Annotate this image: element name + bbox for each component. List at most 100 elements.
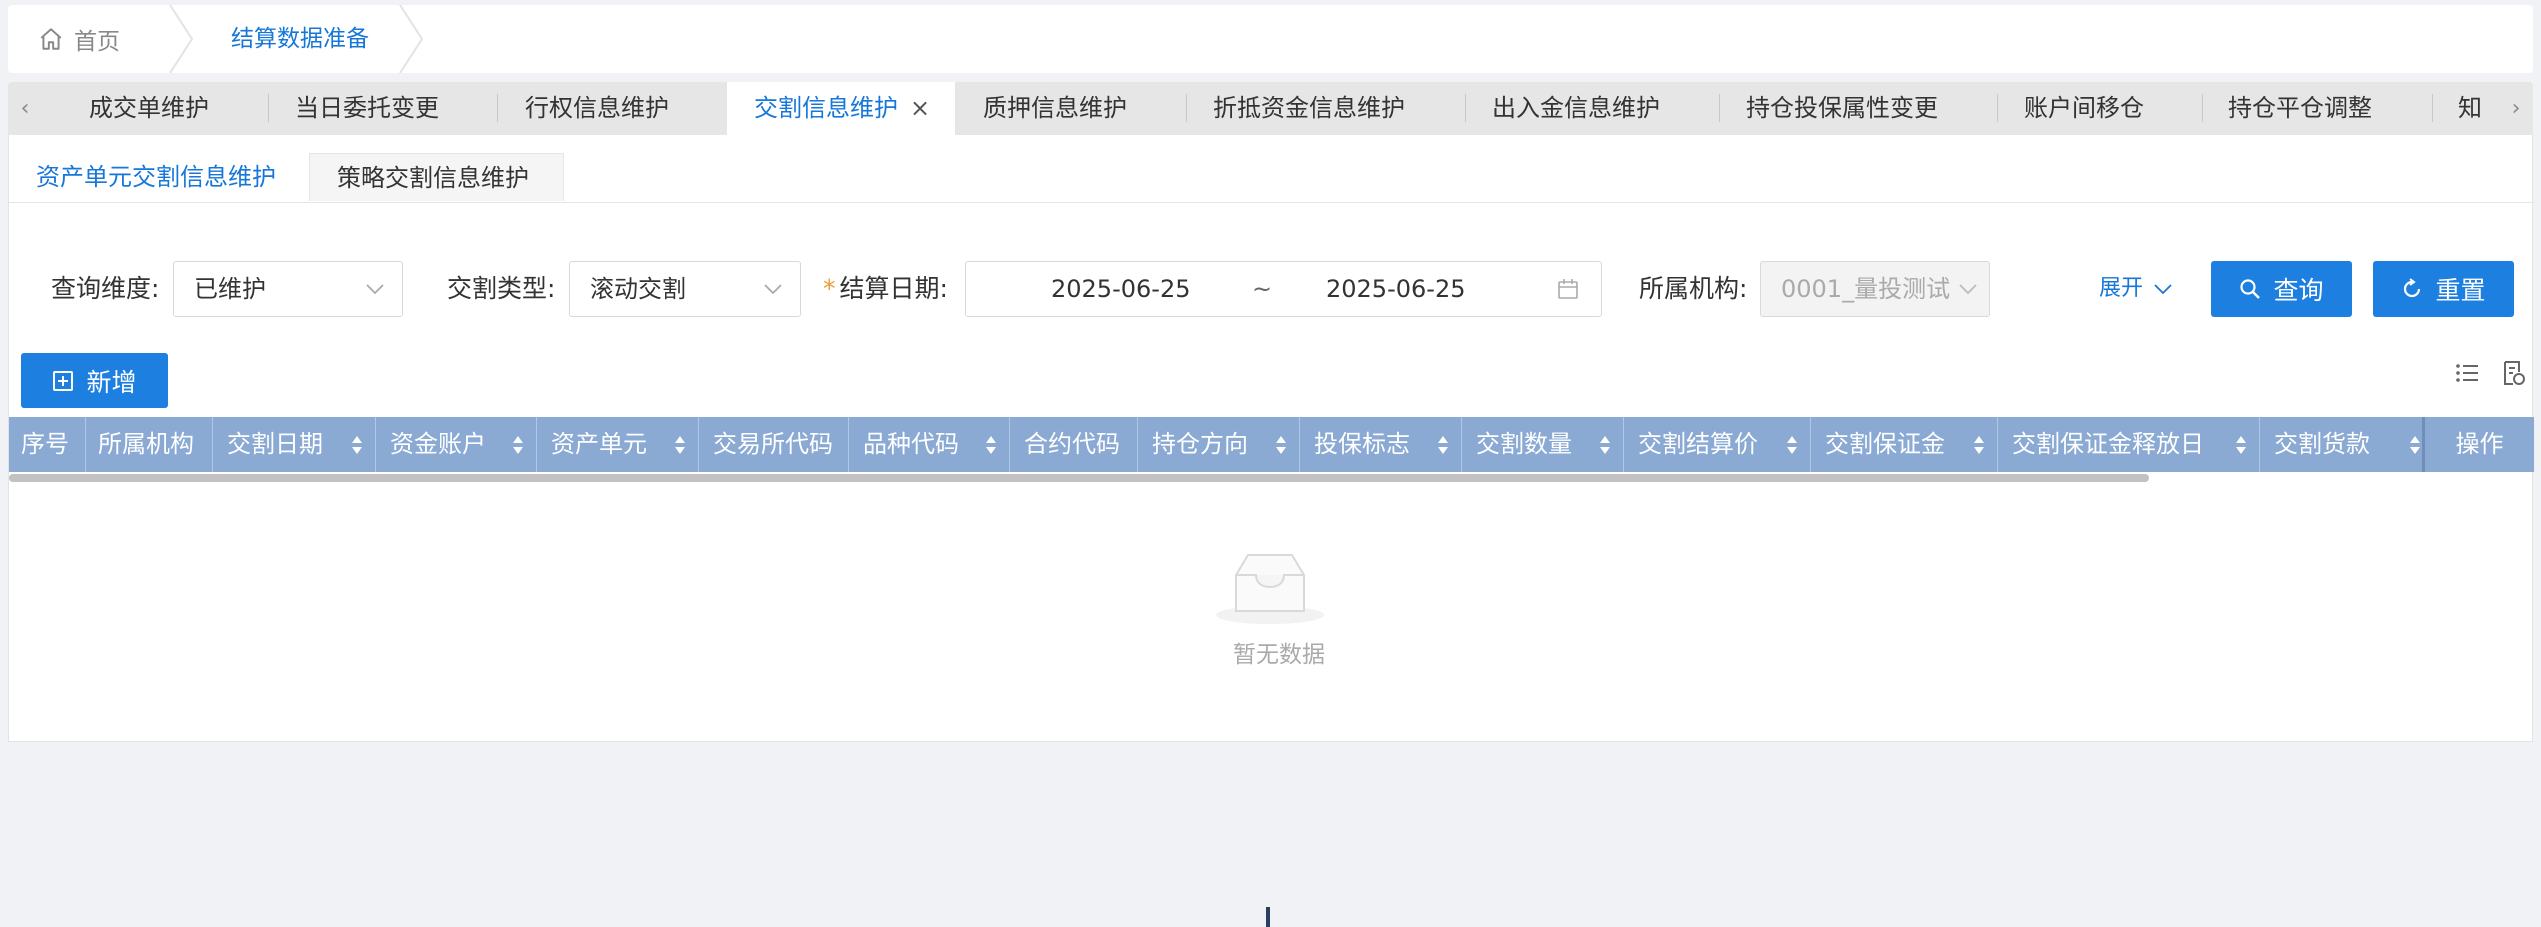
column-header-delivery-payment[interactable]: 交割货款 [2260, 417, 2434, 472]
column-header-delivery-date[interactable]: 交割日期 [213, 417, 376, 472]
required-mark: * [823, 274, 836, 303]
column-header-margin-release-date[interactable]: 交割保证金释放日 [1998, 417, 2260, 472]
column-header-delivery-qty[interactable]: 交割数量 [1462, 417, 1624, 472]
empty-state-text: 暂无数据 [1233, 642, 1325, 668]
tab-delivery-info-label: 交割信息维护 [754, 94, 898, 122]
settle-date-label-text: 结算日期: [839, 274, 948, 303]
column-header-label: 交割日期 [227, 430, 323, 458]
column-header-settle-price[interactable]: 交割结算价 [1624, 417, 1811, 472]
tab-truncated[interactable]: 知 [2458, 82, 2498, 135]
tab-hedge-attribute[interactable]: 持仓投保属性变更 [1746, 82, 1976, 135]
export-icon[interactable] [2499, 359, 2527, 387]
expand-filters-label: 展开 [2099, 276, 2144, 301]
chevron-down-icon [1959, 284, 1977, 295]
subtab-strategy-delivery[interactable]: 策略交割信息维护 [309, 153, 564, 201]
column-header-label: 交割货款 [2274, 430, 2370, 458]
close-icon[interactable]: × [910, 82, 930, 135]
date-start-input[interactable]: 2025-06-25 [1051, 262, 1190, 316]
column-header-label: 资产单元 [551, 430, 647, 458]
column-header-fund-account[interactable]: 资金账户 [376, 417, 537, 472]
text-cursor [1266, 907, 1270, 927]
column-header-exchange-code: 交易所代码 [699, 417, 849, 472]
refresh-icon [2404, 278, 2421, 298]
breadcrumb-separator-icon [169, 5, 194, 73]
column-header-operation: 操作 [2422, 417, 2534, 472]
chevron-down-icon [2154, 284, 2172, 295]
settle-date-range[interactable]: 2025-06-25 ~ 2025-06-25 [965, 261, 1602, 317]
breadcrumb-separator-icon [399, 5, 424, 73]
delivery-type-value: 滚动交割 [590, 275, 686, 303]
column-header-asset-unit[interactable]: 资产单元 [537, 417, 699, 472]
column-header-org: 所属机构 [86, 417, 213, 472]
table-header: 序号 所属机构 交割日期 资金账户 资产单元 交易所代码 品种代码 合约代码 持… [9, 417, 2534, 472]
sort-icon[interactable] [2235, 435, 2247, 455]
column-header-label: 交割结算价 [1638, 430, 1758, 458]
sort-icon[interactable] [1786, 435, 1798, 455]
dimension-select-value: 已维护 [194, 275, 266, 303]
sort-icon[interactable] [1973, 435, 1985, 455]
org-label: 所属机构: [1639, 274, 1748, 303]
date-end-input[interactable]: 2025-06-25 [1326, 262, 1465, 316]
org-select: 0001_量投测试 [1760, 261, 1990, 317]
add-button-label: 新增 [86, 367, 137, 397]
org-select-value: 0001_量投测试 [1781, 275, 1951, 303]
column-header-label: 交割保证金 [1825, 430, 1945, 458]
tab-exercise-info[interactable]: 行权信息维护 [525, 82, 725, 135]
date-range-separator: ~ [1252, 275, 1273, 303]
reset-button[interactable]: 重置 [2373, 261, 2514, 317]
tab-deposit-withdraw[interactable]: 出入金信息维护 [1492, 82, 1692, 135]
table-horizontal-scrollbar[interactable] [9, 474, 2149, 482]
column-header-label: 品种代码 [863, 430, 959, 458]
sort-icon[interactable] [351, 435, 363, 455]
subtab-asset-unit-delivery[interactable]: 资产单元交割信息维护 [9, 153, 309, 201]
tabs-prev-button[interactable]: ‹ [8, 82, 42, 135]
column-header-label: 交割保证金释放日 [2012, 430, 2204, 458]
sort-icon[interactable] [1437, 435, 1449, 455]
chevron-right-icon: › [2511, 96, 2521, 121]
column-header-position-direction[interactable]: 持仓方向 [1138, 417, 1300, 472]
sort-icon[interactable] [674, 435, 686, 455]
settle-date-label: * 结算日期: [823, 261, 948, 317]
column-header-hedge-flag[interactable]: 投保标志 [1300, 417, 1462, 472]
tab-offset-funds[interactable]: 折抵资金信息维护 [1213, 82, 1453, 135]
delivery-type-select[interactable]: 滚动交割 [569, 261, 801, 317]
tab-order-change[interactable]: 当日委托变更 [295, 82, 495, 135]
sort-icon[interactable] [1275, 435, 1287, 455]
chevron-down-icon [366, 284, 384, 295]
chevron-down-icon [764, 284, 782, 295]
page-tabs: ‹ 成交单维护 当日委托变更 行权信息维护 交割信息维护 × 质押信息维护 折抵资… [8, 82, 2533, 135]
tab-trade-maintenance[interactable]: 成交单维护 [89, 82, 269, 135]
chevron-left-icon: ‹ [20, 96, 30, 121]
sort-icon[interactable] [985, 435, 997, 455]
tab-pledge-info[interactable]: 质押信息维护 [983, 82, 1183, 135]
plus-square-icon [53, 370, 74, 391]
tab-position-close[interactable]: 持仓平仓调整 [2228, 82, 2408, 135]
column-header-label: 资金账户 [390, 430, 486, 458]
column-header-label: 投保标志 [1314, 430, 1410, 458]
delivery-type-label: 交割类型: [447, 274, 556, 303]
query-button-label: 查询 [2273, 276, 2324, 305]
breadcrumb-current[interactable]: 结算数据准备 [231, 23, 369, 55]
sort-icon[interactable] [1599, 435, 1611, 455]
query-button[interactable]: 查询 [2211, 261, 2352, 317]
breadcrumb-home[interactable]: 首页 [38, 23, 120, 55]
calendar-icon[interactable] [1557, 278, 1579, 300]
breadcrumb-home-label: 首页 [74, 29, 120, 55]
column-header-label: 持仓方向 [1152, 430, 1248, 458]
tab-delivery-info[interactable]: 交割信息维护 × [727, 82, 955, 135]
column-header-delivery-margin[interactable]: 交割保证金 [1811, 417, 1998, 472]
sort-icon[interactable] [512, 435, 524, 455]
empty-inbox-icon [1216, 554, 1324, 624]
tabs-next-button[interactable]: › [2499, 82, 2533, 135]
dimension-select[interactable]: 已维护 [173, 261, 403, 317]
add-button[interactable]: 新增 [21, 353, 168, 408]
reset-button-label: 重置 [2435, 276, 2486, 305]
sort-icon[interactable] [2409, 435, 2421, 455]
home-icon [40, 28, 62, 50]
column-header-contract-code: 合约代码 [1010, 417, 1138, 472]
column-header-index: 序号 [9, 417, 86, 472]
expand-filters-link[interactable]: 展开 [2099, 261, 2172, 317]
tab-position-transfer[interactable]: 账户间移仓 [2024, 82, 2184, 135]
column-settings-icon[interactable] [2453, 359, 2481, 387]
column-header-variety-code[interactable]: 品种代码 [849, 417, 1010, 472]
